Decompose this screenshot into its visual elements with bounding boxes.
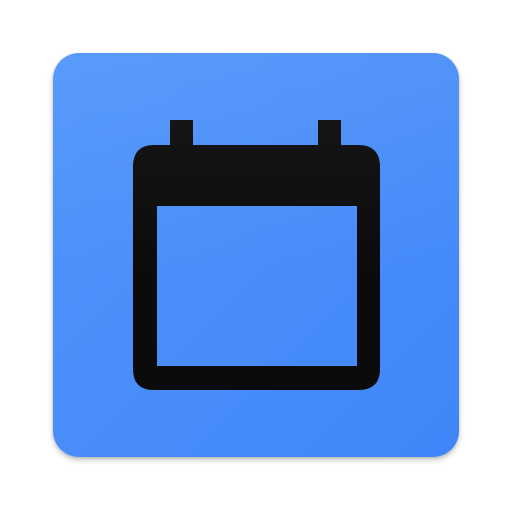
calendar-icon [133,120,380,390]
launcher-canvas [0,0,512,512]
app-icon-tile[interactable] [53,53,459,457]
calendar-body [133,145,380,390]
